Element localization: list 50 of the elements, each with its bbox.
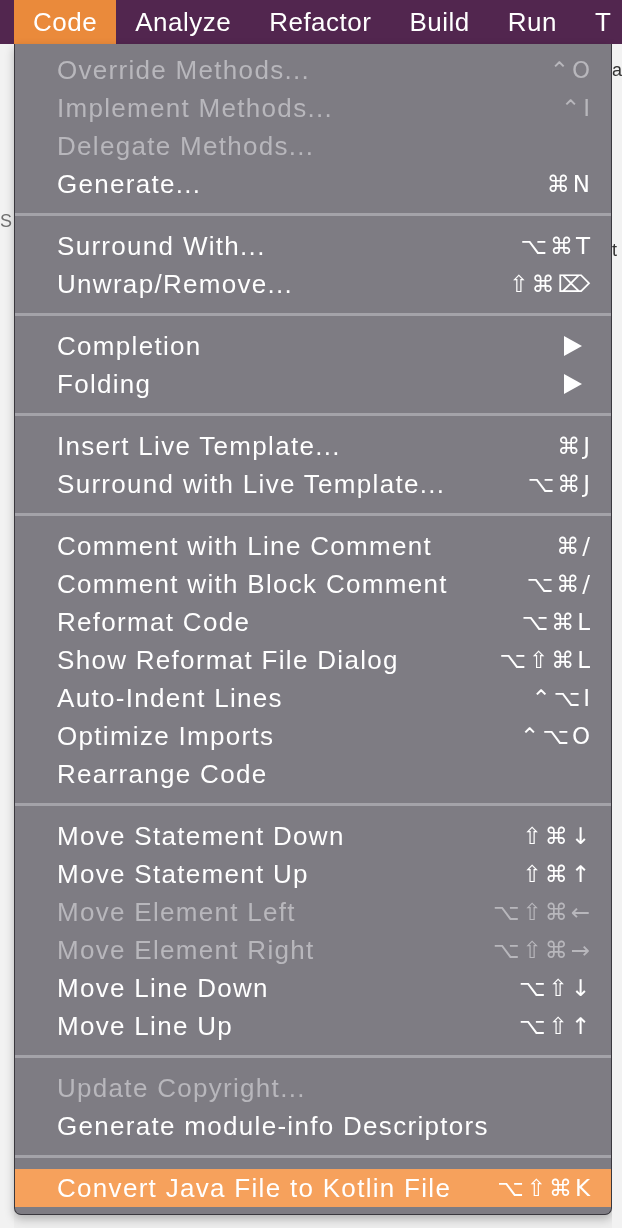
keyboard-shortcut: ⌘N (546, 171, 593, 197)
menu-item[interactable]: Generate module-info Descriptors (15, 1107, 611, 1145)
menu-item[interactable]: Unwrap/Remove... ⇧⌘⌦ (15, 265, 611, 303)
menu-item[interactable]: Move Line Up ⌥⇧↑ (15, 1007, 611, 1045)
menu-bar-item[interactable]: T (575, 0, 622, 44)
menu-item[interactable]: Surround With... ⌥⌘T (15, 227, 611, 265)
keyboard-shortcut: ⇧⌘⌦ (509, 271, 593, 297)
keyboard-shortcut: ⇧⌘↑ (522, 861, 593, 887)
keyboard-shortcut: ⌥⇧↑ (518, 1013, 593, 1039)
keyboard-shortcut: ⌥⇧⌘→ (492, 937, 593, 963)
background-text: t (612, 239, 617, 261)
menu-item[interactable]: Insert Live Template... ⌘J (15, 427, 611, 465)
menu-item[interactable]: Comment with Block Comment ⌥⌘/ (15, 565, 611, 603)
keyboard-shortcut: ⌥⌘/ (526, 571, 593, 597)
keyboard-shortcut: ⌥⌘T (520, 233, 593, 259)
keyboard-shortcut: ⌥⇧⌘K (497, 1175, 593, 1201)
menu-bar-item[interactable]: Build (390, 0, 489, 44)
menu-bar-item[interactable]: Run (488, 0, 576, 44)
menu-item[interactable]: Move Statement Down ⇧⌘↓ (15, 817, 611, 855)
keyboard-shortcut: ⌘J (557, 433, 593, 459)
keyboard-shortcut: ⌃I (560, 95, 593, 121)
menu-item[interactable]: Move Statement Up ⇧⌘↑ (15, 855, 611, 893)
menu-bar-item[interactable]: Code (14, 0, 117, 44)
menu-item[interactable]: Surround with Live Template... ⌥⌘J (15, 465, 611, 503)
background-text: a (612, 59, 622, 81)
keyboard-shortcut: ⌥⇧↓ (518, 975, 593, 1001)
menu-item[interactable]: Comment with Line Comment ⌘/ (15, 527, 611, 565)
keyboard-shortcut: ⌘/ (556, 533, 593, 559)
triangle-right-icon (564, 374, 582, 394)
menu-item[interactable]: Move Line Down ⌥⇧↓ (15, 969, 611, 1007)
background-text: S (0, 210, 12, 232)
triangle-right-icon (564, 336, 582, 356)
keyboard-shortcut: ⌃O (549, 57, 593, 83)
menu-bar-item[interactable]: Refactor (250, 0, 391, 44)
menu-item[interactable]: Optimize Imports ⌃⌥O (15, 717, 611, 755)
menu-item[interactable]: Auto-Indent Lines ⌃⌥I (15, 679, 611, 717)
menu-item[interactable]: Folding (15, 365, 611, 403)
menu-item[interactable]: Show Reformat File Dialog ⌥⇧⌘L (15, 641, 611, 679)
keyboard-shortcut: ⌥⌘L (521, 609, 593, 635)
keyboard-shortcut: ⌃⌥I (531, 685, 593, 711)
menu-bar-item[interactable]: Analyze (116, 0, 251, 44)
menu-item[interactable]: Reformat Code ⌥⌘L (15, 603, 611, 641)
menu-item[interactable]: Completion (15, 327, 611, 365)
keyboard-shortcut: ⌥⇧⌘L (499, 647, 593, 673)
menu-item[interactable]: Rearrange Code (15, 755, 611, 793)
keyboard-shortcut: ⇧⌘↓ (522, 823, 593, 849)
keyboard-shortcut: ⌥⌘J (527, 471, 593, 497)
keyboard-shortcut: ⌥⇧⌘← (492, 899, 593, 925)
keyboard-shortcut: ⌃⌥O (520, 723, 593, 749)
menu-item[interactable]: Generate... ⌘N (15, 165, 611, 203)
